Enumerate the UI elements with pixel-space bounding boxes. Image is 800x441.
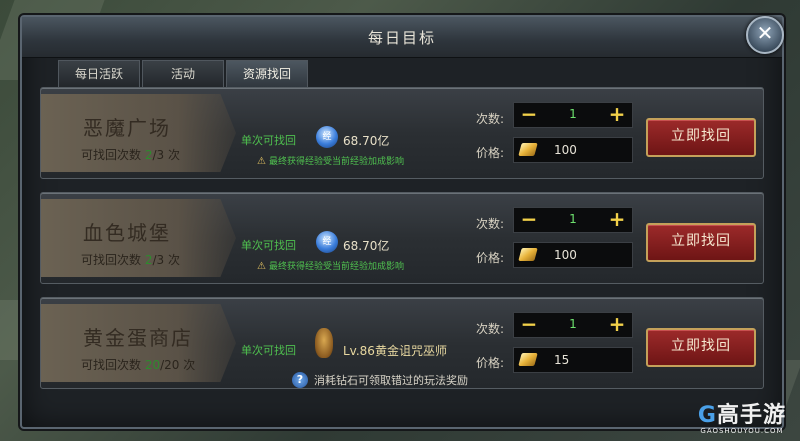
- golden-egg-icon: [315, 328, 333, 358]
- price-value: 100: [554, 248, 577, 262]
- price-label: 价格:: [476, 146, 505, 160]
- close-button[interactable]: ✕: [746, 16, 784, 54]
- brand-logo: G高手游: [697, 403, 786, 428]
- single-recover-label: 单次可找回: [241, 239, 296, 252]
- quantity-value: 1: [569, 107, 577, 121]
- activity-name: 恶魔广场: [83, 116, 171, 140]
- increase-button[interactable]: +: [606, 103, 628, 127]
- price-value: 100: [554, 143, 577, 157]
- recovery-list: 恶魔广场 可找回次数 2/3 次 单次可找回 经 68.70亿 ⚠ 最终获得经验受…: [40, 87, 764, 389]
- close-icon: ✕: [756, 21, 774, 45]
- price-label: 价格:: [476, 356, 505, 370]
- title-bar: 每日目标: [22, 17, 782, 58]
- quantity-stepper: − 1 +: [513, 102, 633, 128]
- recovery-row: 血色城堡 可找回次数 2/3 次 单次可找回 经 68.70亿 ⚠ 最终获得经验受…: [40, 192, 764, 284]
- quantity-stepper: − 1 +: [513, 207, 633, 233]
- remaining-count: 可找回次数 2/3 次: [81, 148, 180, 162]
- price-display: 100: [513, 242, 633, 268]
- recover-now-button[interactable]: 立即找回: [646, 118, 756, 157]
- quantity-value: 1: [569, 317, 577, 331]
- activity-banner: 黄金蛋商店 可找回次数 20/20 次: [41, 304, 236, 382]
- diamond-icon: [518, 248, 538, 261]
- tab-events[interactable]: 活动: [142, 60, 224, 87]
- exp-icon: 经: [316, 126, 338, 148]
- quantity-stepper: − 1 +: [513, 312, 633, 338]
- decrease-button[interactable]: −: [518, 208, 540, 232]
- exp-warning: ⚠ 最终获得经验受当前经验加成影响: [257, 261, 404, 272]
- panel-title: 每日目标: [367, 28, 436, 47]
- warning-icon: ⚠: [257, 156, 266, 167]
- reward-value: Lv.86黄金诅咒巫师: [343, 344, 447, 358]
- price-label: 价格:: [476, 251, 505, 265]
- single-recover-label: 单次可找回: [241, 134, 296, 147]
- footer-text: 消耗钻石可领取错过的玩法奖励: [314, 374, 468, 387]
- price-display: 100: [513, 137, 633, 163]
- diamond-icon: [518, 143, 538, 156]
- activity-name: 黄金蛋商店: [83, 326, 193, 350]
- quantity-value: 1: [569, 212, 577, 226]
- footer-hint: ? 消耗钻石可领取错过的玩法奖励: [292, 372, 468, 388]
- quantity-label: 次数:: [476, 112, 505, 126]
- price-display: 15: [513, 347, 633, 373]
- decrease-button[interactable]: −: [518, 103, 540, 127]
- help-icon[interactable]: ?: [292, 372, 308, 388]
- reward-value: 68.70亿: [343, 134, 390, 148]
- single-recover-label: 单次可找回: [241, 344, 296, 357]
- activity-banner: 恶魔广场 可找回次数 2/3 次: [41, 94, 236, 172]
- recover-now-button[interactable]: 立即找回: [646, 328, 756, 367]
- tab-bar: 每日活跃 活动 资源找回: [58, 60, 308, 87]
- activity-banner: 血色城堡 可找回次数 2/3 次: [41, 199, 236, 277]
- tab-daily-active[interactable]: 每日活跃: [58, 60, 140, 87]
- quantity-label: 次数:: [476, 217, 505, 231]
- remaining-count: 可找回次数 20/20 次: [81, 358, 196, 372]
- quantity-label: 次数:: [476, 322, 505, 336]
- exp-icon: 经: [316, 231, 338, 253]
- diamond-icon: [518, 353, 538, 366]
- exp-warning: ⚠ 最终获得经验受当前经验加成影响: [257, 156, 404, 167]
- warning-icon: ⚠: [257, 261, 266, 272]
- activity-name: 血色城堡: [83, 221, 171, 245]
- decrease-button[interactable]: −: [518, 313, 540, 337]
- remaining-count: 可找回次数 2/3 次: [81, 253, 180, 267]
- recovery-row: 恶魔广场 可找回次数 2/3 次 单次可找回 经 68.70亿 ⚠ 最终获得经验受…: [40, 87, 764, 179]
- reward-value: 68.70亿: [343, 239, 390, 253]
- daily-goals-panel: 每日目标 ✕ 每日活跃 活动 资源找回 恶魔广场 可找回次数 2/3 次 单次可…: [20, 15, 784, 429]
- increase-button[interactable]: +: [606, 313, 628, 337]
- increase-button[interactable]: +: [606, 208, 628, 232]
- price-value: 15: [554, 353, 570, 367]
- tab-resource-recovery[interactable]: 资源找回: [226, 60, 308, 87]
- brand-url: GAOSHOUYOU.COM: [700, 427, 784, 435]
- site-watermark: G高手游 GAOSHOUYOU.COM: [698, 397, 786, 435]
- recover-now-button[interactable]: 立即找回: [646, 223, 756, 262]
